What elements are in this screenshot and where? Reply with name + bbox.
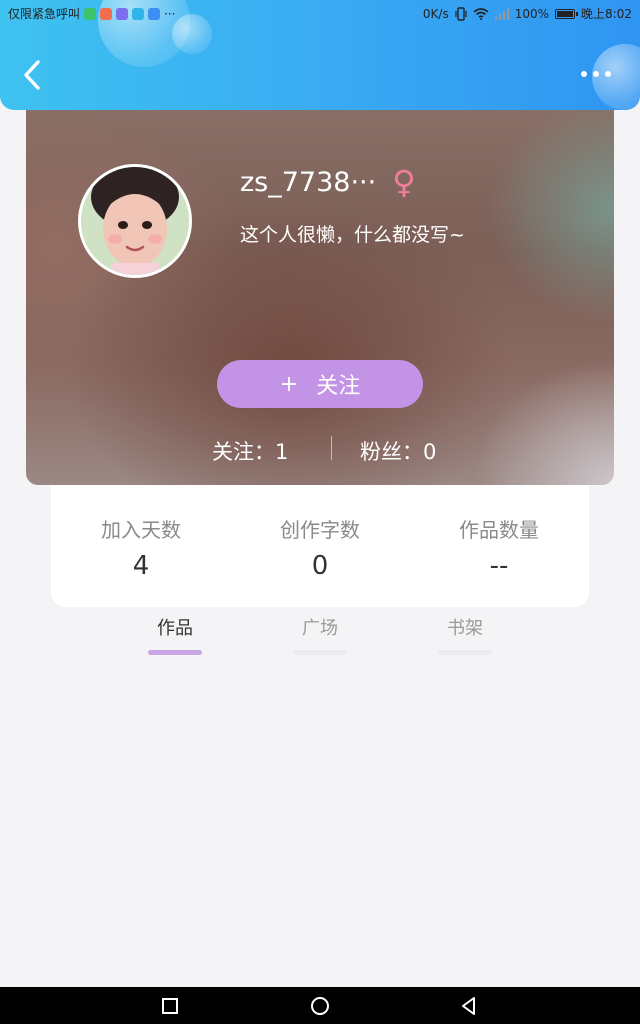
follow-button-label: 关注 xyxy=(316,374,361,399)
bio-text: 这个人很懒，什么都没写~ xyxy=(240,224,465,246)
signal-icon xyxy=(494,8,509,20)
notification-overflow: ··· xyxy=(164,7,176,21)
follow-button[interactable]: + 关注 xyxy=(217,360,423,408)
fans-count[interactable]: 粉丝：0 xyxy=(360,436,436,466)
profile-card: zs_7738··· ♀ 这个人很懒，什么都没写~ + 关注 关注：1 粉丝：0 xyxy=(26,92,614,485)
chevron-left-icon xyxy=(24,60,40,90)
stat-label: 作品数量 xyxy=(459,518,539,542)
battery-percent: 100% xyxy=(514,7,550,21)
clock: 晚上8:02 xyxy=(581,7,632,21)
recents-button[interactable] xyxy=(159,995,181,1017)
username: zs_7738··· xyxy=(240,166,377,198)
system-nav-bar xyxy=(0,987,640,1024)
stat-label: 加入天数 xyxy=(101,518,181,542)
tab-label: 广场 xyxy=(302,618,338,639)
tab-bookshelf[interactable]: 书架 xyxy=(425,614,505,655)
vibrate-icon xyxy=(455,7,467,21)
stat-value: 0 xyxy=(311,551,329,581)
app-notification-icon xyxy=(116,8,129,20)
header-bar: 仅限紧急呼叫 ··· 0K/s 100% 晚上8:02 xyxy=(0,0,640,110)
stat-value: 4 xyxy=(132,551,150,581)
back-button[interactable] xyxy=(18,56,52,94)
tab-indicator xyxy=(293,650,347,655)
status-right: 0K/s 100% 晚上8:02 xyxy=(423,0,632,28)
app-notification-icon xyxy=(132,8,145,20)
avatar[interactable] xyxy=(78,164,192,278)
female-gender-icon: ♀ xyxy=(392,163,416,201)
tab-label: 作品 xyxy=(157,618,193,639)
more-dots-icon xyxy=(581,71,611,77)
square-icon xyxy=(162,998,178,1014)
back-nav-button[interactable] xyxy=(458,995,480,1017)
stat-word-count: 创作字数 0 xyxy=(230,514,410,581)
network-speed: 0K/s xyxy=(422,7,449,21)
stat-value: -- xyxy=(489,551,509,581)
username-row: zs_7738··· ♀ xyxy=(240,166,416,198)
tab-indicator xyxy=(148,650,202,655)
stats-card: 加入天数 4 创作字数 0 作品数量 -- xyxy=(51,478,589,607)
status-left: 仅限紧急呼叫 ··· xyxy=(8,0,175,28)
status-bar: 仅限紧急呼叫 ··· 0K/s 100% 晚上8:02 xyxy=(0,0,640,28)
more-button[interactable] xyxy=(578,62,614,86)
app-notification-icon xyxy=(84,8,97,20)
circle-icon xyxy=(311,997,329,1015)
stat-label: 创作字数 xyxy=(280,518,360,542)
avatar-image xyxy=(81,167,189,275)
tab-label: 书架 xyxy=(447,618,483,639)
stat-works-count: 作品数量 -- xyxy=(409,514,589,581)
battery-icon xyxy=(555,9,579,19)
tab-square[interactable]: 广场 xyxy=(280,614,360,655)
wifi-icon xyxy=(473,8,489,20)
tab-works[interactable]: 作品 xyxy=(135,614,215,655)
stat-join-days: 加入天数 4 xyxy=(51,514,231,581)
tab-indicator xyxy=(438,650,492,655)
app-notification-icon xyxy=(100,8,113,20)
triangle-back-icon xyxy=(462,997,475,1015)
plus-icon: + xyxy=(279,371,299,397)
follow-counts: 关注：1 粉丝：0 xyxy=(26,428,614,468)
home-button[interactable] xyxy=(309,995,331,1017)
emergency-call-text: 仅限紧急呼叫 xyxy=(8,7,81,21)
following-count[interactable]: 关注：1 xyxy=(212,436,288,466)
app-notification-icon xyxy=(148,8,161,20)
divider xyxy=(331,436,332,460)
